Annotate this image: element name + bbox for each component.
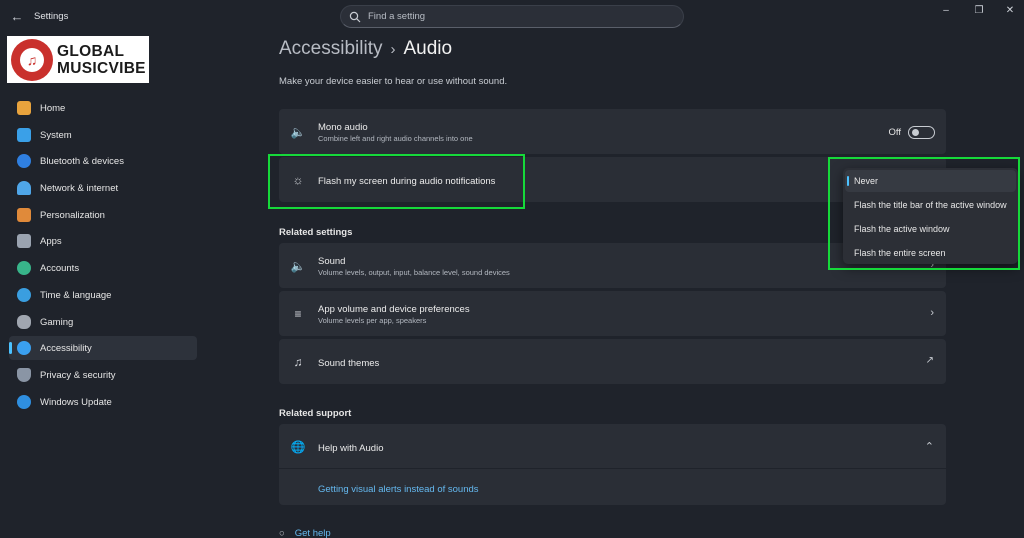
search-input[interactable]: Find a setting (340, 5, 684, 28)
sidebar-item-label: Network & internet (40, 183, 119, 195)
toggle-knob (912, 129, 919, 136)
search-placeholder: Find a setting (368, 11, 426, 22)
sidebar-item-label: Windows Update (40, 396, 112, 408)
maximize-button[interactable]: ❐ (968, 3, 990, 19)
breadcrumb-parent[interactable]: Accessibility (279, 38, 382, 59)
logo-text-line2: MUSICVIBE (57, 60, 146, 77)
sidebar-item-home[interactable]: Home (9, 96, 197, 120)
app-volume-card[interactable]: ≡ App volume and device preferences Volu… (279, 291, 946, 336)
sidebar-item-apps[interactable]: Apps (9, 229, 197, 253)
gamepad-icon (17, 314, 31, 329)
sidebar-item-accessibility[interactable]: Accessibility (9, 336, 197, 361)
home-icon (17, 101, 31, 115)
related-support-heading: Related support (279, 408, 352, 419)
sidebar-item-personalization[interactable]: Personalization (9, 203, 197, 227)
related-settings-heading: Related settings (279, 227, 353, 238)
speaker-icon: 🔈 (290, 259, 306, 273)
sidebar-item-label: Time & language (40, 289, 112, 301)
help-with-audio-header[interactable]: 🌐 Help with Audio ⌃ (279, 424, 946, 469)
breadcrumb-separator: › (390, 41, 396, 58)
accounts-icon (17, 261, 31, 276)
sidebar-item-label: Bluetooth & devices (40, 156, 124, 168)
sidebar-item-label: Privacy & security (40, 369, 116, 381)
sound-title: Sound (318, 256, 346, 267)
sidebar-item-label: Accessibility (40, 343, 92, 355)
app-volume-subtitle: Volume levels per app, speakers (318, 316, 427, 325)
chevron-up-icon: ⌃ (924, 441, 934, 453)
mono-audio-card: 🔈 Mono audio Combine left and right audi… (279, 109, 946, 154)
sound-subtitle: Volume levels, output, input, balance le… (318, 268, 510, 277)
breadcrumb: Accessibility › Audio (279, 38, 452, 60)
mono-audio-subtitle: Combine left and right audio channels in… (318, 134, 473, 143)
sound-themes-title: Sound themes (318, 358, 380, 369)
help-icon: ○ (279, 528, 285, 538)
search-icon (349, 11, 361, 23)
page-title: Audio (403, 38, 453, 59)
sidebar-item-label: Personalization (40, 209, 105, 221)
bluetooth-icon (17, 154, 31, 169)
sound-themes-card[interactable]: ♫ Sound themes ↗ (279, 339, 946, 384)
headphones-logo-icon: ♫ (11, 39, 53, 81)
sidebar-item-network[interactable]: Network & internet (9, 176, 197, 200)
apps-icon (17, 234, 31, 249)
visual-alerts-link[interactable]: Getting visual alerts instead of sounds (318, 484, 479, 495)
sidebar-item-bluetooth[interactable]: Bluetooth & devices (9, 149, 197, 173)
back-arrow-icon[interactable]: ← (8, 8, 26, 26)
sidebar-item-label: Gaming (40, 316, 74, 328)
sidebar-nav: Home System Bluetooth & devices Network … (9, 96, 197, 416)
page-subtitle: Make your device easier to hear or use w… (279, 76, 508, 87)
update-icon (17, 394, 31, 409)
sidebar-item-time-language[interactable]: Time & language (9, 283, 197, 307)
shield-icon (17, 367, 31, 382)
brush-icon (17, 207, 31, 222)
highlight-box-flash-setting (268, 154, 525, 209)
sidebar-item-accounts[interactable]: Accounts (9, 256, 197, 280)
sidebar-item-label: System (40, 129, 72, 141)
highlight-box-dropdown (828, 157, 1020, 270)
mono-audio-toggle-label: Off (888, 127, 902, 138)
chevron-right-icon: › (930, 307, 934, 319)
mono-audio-title: Mono audio (318, 122, 368, 133)
sidebar-item-privacy[interactable]: Privacy & security (9, 363, 197, 387)
title-bar: ← Settings Find a setting – ❐ ✕ (0, 0, 1024, 34)
get-help-link[interactable]: ○ Get help (279, 528, 331, 538)
globe-icon: 🌐 (290, 440, 306, 454)
accessibility-icon (17, 341, 31, 356)
app-title: Settings (34, 11, 69, 22)
mixer-icon: ≡ (294, 307, 302, 321)
open-external-icon: ↗ (925, 355, 934, 366)
app-volume-title: App volume and device preferences (318, 304, 470, 315)
system-icon (17, 127, 31, 142)
mono-audio-toggle[interactable] (908, 126, 935, 139)
sidebar-item-system[interactable]: System (9, 123, 197, 147)
sound-theme-icon: ♫ (293, 355, 303, 369)
watermark-logo: ♫ GLOBAL MUSICVIBE (7, 36, 149, 83)
help-with-audio-title: Help with Audio (318, 443, 384, 454)
wifi-icon (17, 181, 31, 196)
speaker-icon: 🔈 (290, 125, 306, 139)
sidebar-item-label: Home (40, 103, 66, 114)
sidebar-item-windows-update[interactable]: Windows Update (9, 390, 197, 414)
sidebar-item-label: Apps (40, 236, 62, 248)
logo-text-line1: GLOBAL (57, 43, 125, 60)
get-help-label: Get help (294, 528, 331, 538)
sidebar-item-label: Accounts (40, 263, 80, 275)
globe-clock-icon (17, 287, 31, 302)
sidebar-item-gaming[interactable]: Gaming (9, 310, 197, 334)
close-button[interactable]: ✕ (999, 3, 1021, 19)
minimize-button[interactable]: – (935, 3, 957, 19)
